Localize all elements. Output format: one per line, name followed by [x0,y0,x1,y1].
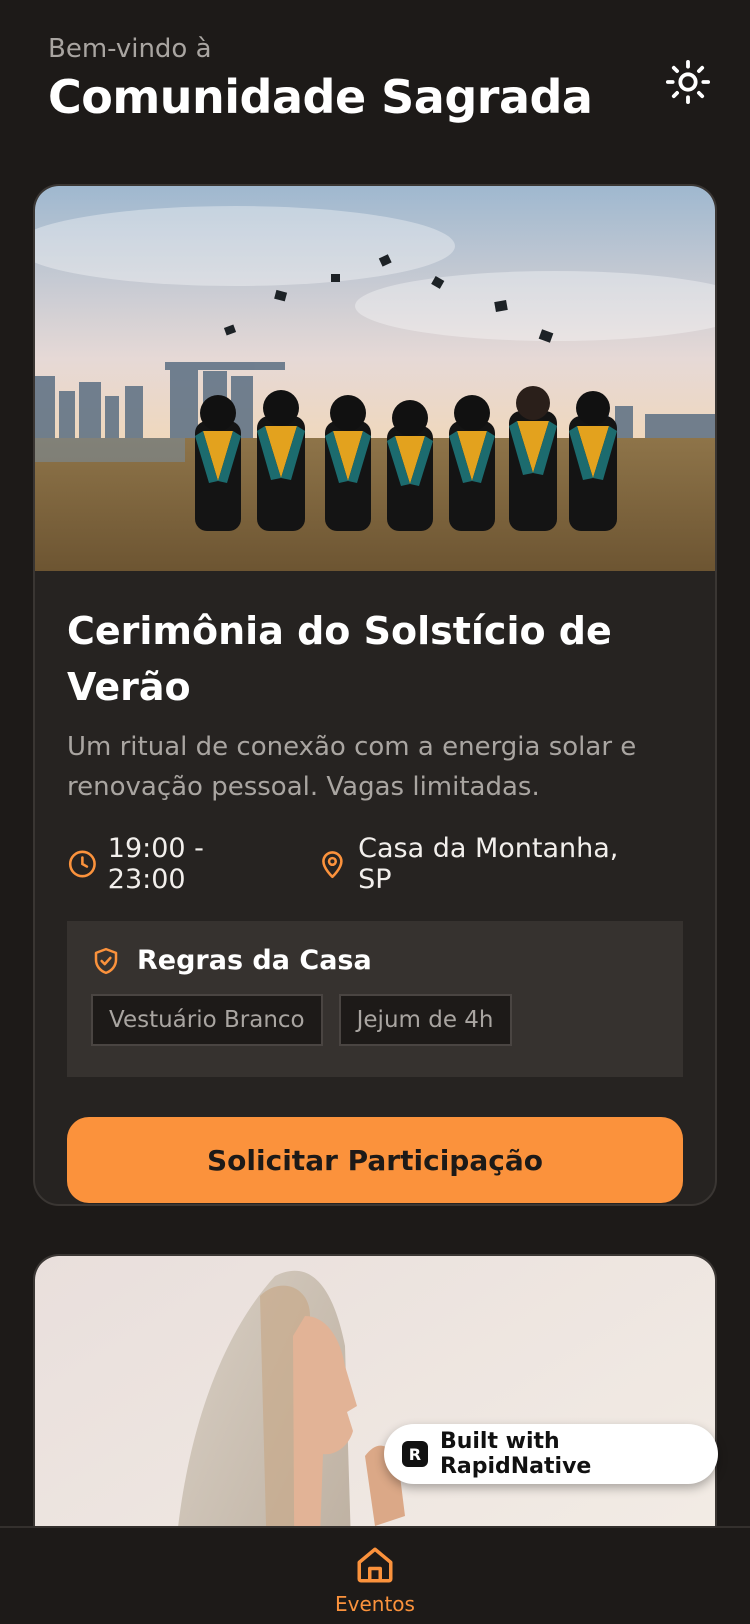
app-header: Bem-vindo à Comunidade Sagrada [48,34,710,144]
rule-tag: Jejum de 4h [338,994,512,1046]
house-rules: Regras da Casa Vestuário Branco Jejum de… [67,921,683,1077]
request-participation-button[interactable]: Solicitar Participação [67,1117,683,1203]
home-icon [357,1547,393,1583]
page-title: Comunidade Sagrada [48,70,593,124]
shield-check-icon [94,947,118,974]
clock-icon [68,850,96,878]
rule-tags: Vestuário Branco Jejum de 4h [91,994,659,1046]
event-location: Casa da Montanha, SP [317,833,649,895]
badge-label: Built with RapidNative [439,1429,592,1479]
nav-item-eventos[interactable]: Eventos [335,1528,415,1624]
event-time: 19:00 - 23:00 [67,833,283,895]
event-image [35,186,715,571]
rapidnative-logo-icon: R [402,1441,428,1467]
event-card[interactable]: Cerimônia do Solstício de Verão Um ritua… [33,184,717,1206]
graduation-photo [35,186,715,571]
nav-item-label: Eventos [335,1592,415,1616]
house-rules-title: Regras da Casa [137,945,372,976]
sun-icon [665,59,711,105]
event-time-text: 19:00 - 23:00 [107,833,204,895]
bottom-navigation: Eventos [0,1526,750,1624]
house-rules-header: Regras da Casa [91,945,659,976]
event-description: Um ritual de conexão com a energia solar… [67,732,637,802]
event-title: Cerimônia do Solstício de Verão [67,609,612,709]
greeting-text: Bem-vindo à [48,34,212,64]
theme-toggle-button[interactable] [662,56,714,108]
event-location-text: Casa da Montanha, SP [358,833,619,895]
map-pin-icon [322,851,343,879]
built-with-badge[interactable]: R Built with RapidNative [384,1424,718,1484]
rule-tag: Vestuário Branco [91,994,323,1046]
event-meta: 19:00 - 23:00 Casa da Montanha, SP [67,833,683,895]
